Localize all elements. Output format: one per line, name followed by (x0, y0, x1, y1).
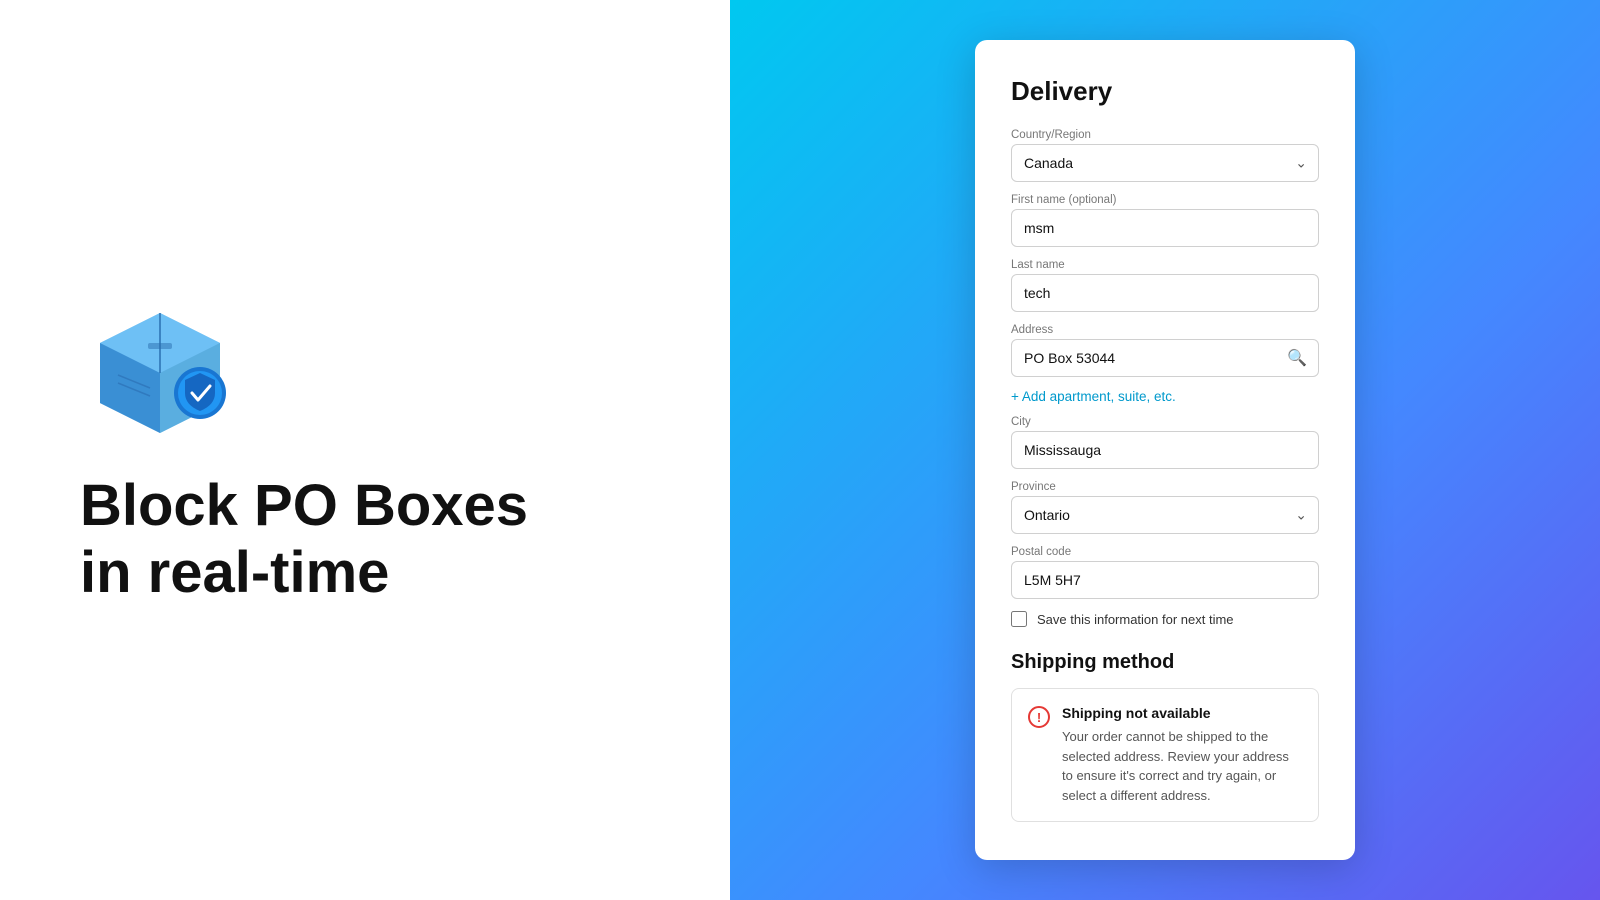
city-input[interactable]: Mississauga (1011, 431, 1319, 469)
error-icon: ! (1028, 706, 1050, 728)
error-content: Shipping not available Your order cannot… (1062, 705, 1302, 805)
country-field-group: Country/Region Canada ⌄ (1011, 129, 1319, 182)
last-name-input[interactable]: tech (1011, 274, 1319, 312)
last-name-field-group: Last name tech (1011, 259, 1319, 312)
add-apartment-link[interactable]: + Add apartment, suite, etc. (1011, 389, 1319, 404)
headline: Block PO Boxes in real-time (80, 473, 650, 606)
country-label: Country/Region (1011, 129, 1319, 141)
address-input-wrapper: PO Box 53044 🔍 (1011, 339, 1319, 377)
right-panel: Delivery Country/Region Canada ⌄ First n… (730, 0, 1600, 900)
province-select[interactable]: Ontario (1011, 496, 1319, 534)
save-info-checkbox[interactable] (1011, 611, 1027, 627)
shipping-title: Shipping method (1011, 651, 1319, 674)
address-input[interactable]: PO Box 53044 (1011, 339, 1319, 377)
province-field-group: Province Ontario ⌄ (1011, 481, 1319, 534)
first-name-field-group: First name (optional) msm (1011, 194, 1319, 247)
product-logo (80, 293, 240, 433)
error-title: Shipping not available (1062, 705, 1302, 721)
country-select[interactable]: Canada (1011, 144, 1319, 182)
last-name-label: Last name (1011, 259, 1319, 271)
address-field-group: Address PO Box 53044 🔍 (1011, 324, 1319, 377)
save-info-label: Save this information for next time (1037, 612, 1234, 627)
save-info-row: Save this information for next time (1011, 611, 1319, 627)
first-name-label: First name (optional) (1011, 194, 1319, 206)
country-select-wrapper[interactable]: Canada ⌄ (1011, 144, 1319, 182)
postal-field-group: Postal code L5M 5H7 (1011, 546, 1319, 599)
left-panel: Block PO Boxes in real-time (0, 0, 730, 900)
shipping-error-box: ! Shipping not available Your order cann… (1011, 688, 1319, 822)
province-label: Province (1011, 481, 1319, 493)
logo-area (80, 293, 650, 433)
postal-label: Postal code (1011, 546, 1319, 558)
address-label: Address (1011, 324, 1319, 336)
city-label: City (1011, 416, 1319, 428)
postal-input[interactable]: L5M 5H7 (1011, 561, 1319, 599)
first-name-input[interactable]: msm (1011, 209, 1319, 247)
delivery-title: Delivery (1011, 76, 1319, 107)
address-search-icon: 🔍 (1287, 348, 1307, 368)
province-select-wrapper[interactable]: Ontario ⌄ (1011, 496, 1319, 534)
delivery-card: Delivery Country/Region Canada ⌄ First n… (975, 40, 1355, 860)
city-field-group: City Mississauga (1011, 416, 1319, 469)
error-desc: Your order cannot be shipped to the sele… (1062, 727, 1302, 805)
